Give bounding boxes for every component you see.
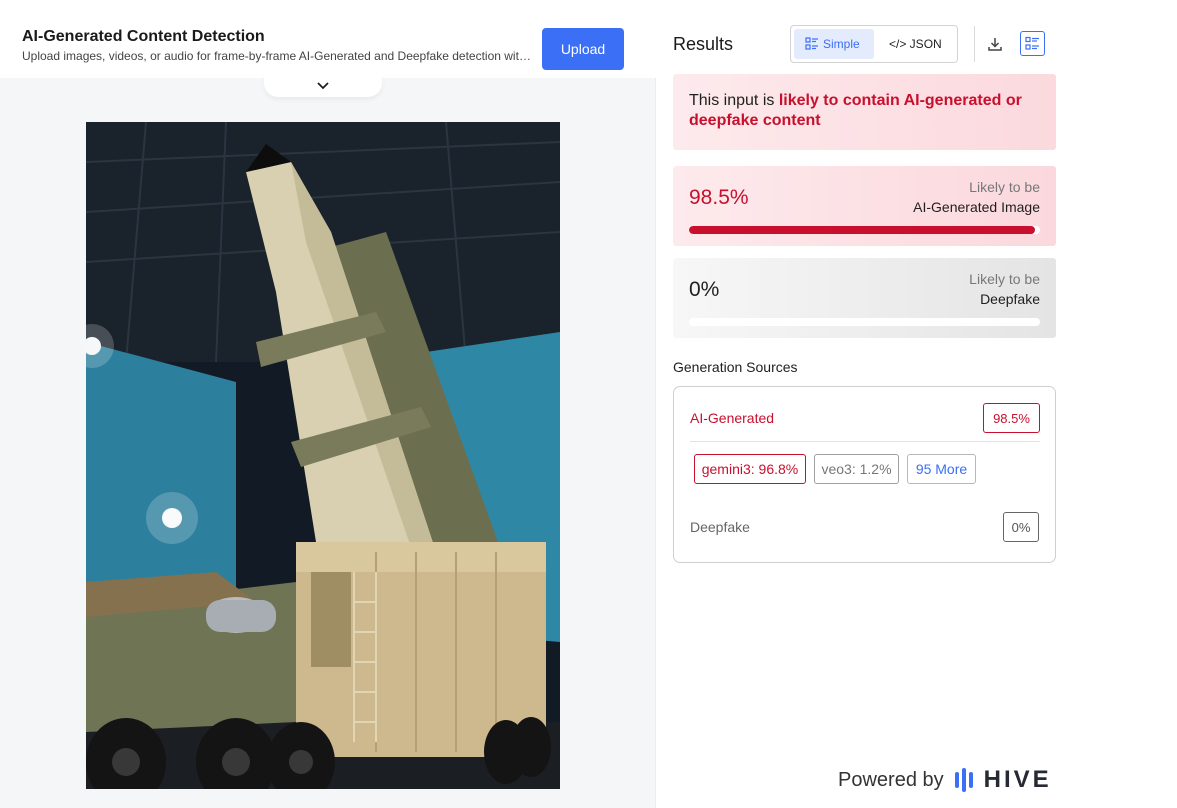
media-panel: AI-Generated Content Detection Upload im… [0,0,656,808]
collapse-header-button[interactable] [264,74,382,97]
ai-score-value: 98.5% [689,186,749,209]
view-toggle: Simple </> JSON [790,25,958,63]
ai-generated-label: AI-Generated [690,410,775,426]
ai-generated-badge: 98.5% [983,403,1040,433]
hive-wordmark: HIVE [983,766,1052,793]
powered-by: Powered by HIVE [838,766,1052,794]
view-json-label: </> JSON [889,37,942,51]
deepfake-likely-target: Deepfake [980,291,1040,307]
more-sources-button[interactable]: 95 More [907,454,976,484]
toolbar-divider [974,26,975,62]
hive-logo-icon [954,768,973,792]
deepfake-likely-label: Likely to be [969,271,1040,287]
ai-likely-target: AI-Generated Image [913,199,1040,215]
view-json-button[interactable]: </> JSON [878,29,953,59]
page-subtitle: Upload images, videos, or audio for fram… [22,49,532,63]
powered-by-label: Powered by [838,768,944,791]
view-simple-label: Simple [823,37,860,51]
results-title: Results [673,34,734,54]
verdict-prefix: This input is [689,92,779,109]
upload-button[interactable]: Upload [542,28,624,70]
app-root: AI-Generated Content Detection Upload im… [0,0,1177,808]
download-icon [988,38,1002,51]
ai-likely-label: Likely to be [969,179,1040,195]
verdict-banner: This input is likely to contain AI-gener… [673,74,1056,150]
ai-score-bar-fill [689,226,1035,234]
deepfake-score-bar [689,318,1040,326]
sources-divider [690,441,1040,442]
list-view-icon [1025,36,1039,50]
page-title: AI-Generated Content Detection [22,28,265,45]
page-header: AI-Generated Content Detection Upload im… [0,0,656,78]
list-icon [805,37,818,50]
chevron-down-icon [317,82,329,90]
generation-sources-title: Generation Sources [673,359,798,375]
source-chip-gemini3: gemini3: 96.8% [694,454,806,484]
source-chip-veo3: veo3: 1.2% [814,454,899,484]
generation-sources-box: AI-Generated 98.5% gemini3: 96.8% veo3: … [673,386,1056,563]
view-simple-button[interactable]: Simple [794,29,874,59]
deepfake-label: Deepfake [690,519,750,535]
ai-score-bar [689,226,1040,234]
hive-logo: HIVE [954,766,1052,794]
download-button[interactable] [982,31,1008,57]
deepfake-score-card: 0% Likely to be Deepfake [673,258,1056,338]
deepfake-score-value: 0% [689,278,720,301]
deepfake-badge: 0% [1003,512,1039,542]
ai-generated-score-card: 98.5% Likely to be AI-Generated Image [673,166,1056,246]
uploaded-image [86,122,560,789]
list-view-button[interactable] [1020,31,1045,56]
